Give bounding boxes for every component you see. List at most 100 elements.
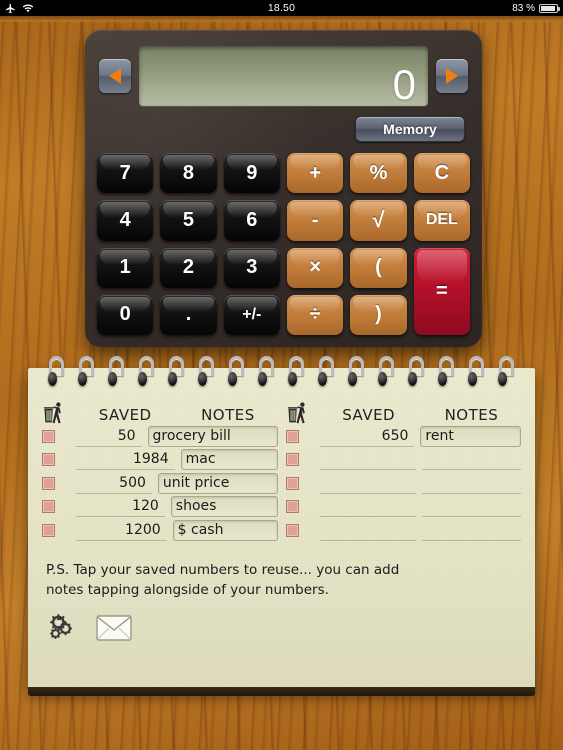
key-[interactable]: . bbox=[160, 294, 217, 335]
memory-button[interactable]: Memory bbox=[355, 116, 465, 142]
delete-checkbox[interactable] bbox=[42, 523, 76, 537]
saved-row: 650 rent bbox=[285, 425, 522, 448]
key-[interactable]: ( bbox=[350, 247, 407, 288]
key-label: ( bbox=[375, 256, 382, 279]
key-label: 2 bbox=[182, 256, 195, 279]
notepad-content: SAVED NOTES 50 grocery bill 1984 mac 500 unit p… bbox=[28, 398, 535, 690]
display-row: 0 bbox=[99, 45, 468, 107]
note-field[interactable] bbox=[422, 520, 521, 541]
saved-value[interactable] bbox=[319, 449, 417, 471]
key-label: 0 bbox=[119, 303, 131, 326]
key-label: × bbox=[309, 256, 321, 279]
delete-checkbox[interactable] bbox=[42, 429, 76, 443]
key-[interactable]: = bbox=[413, 247, 470, 335]
saved-value[interactable]: 1200 bbox=[76, 520, 167, 541]
battery-percent: 83 % bbox=[512, 2, 535, 14]
column-header: SAVED NOTES bbox=[42, 398, 278, 424]
key-[interactable]: × bbox=[286, 247, 344, 288]
note-field[interactable]: $ cash bbox=[172, 519, 278, 541]
display-value: 0 bbox=[392, 61, 416, 108]
delete-checkbox[interactable] bbox=[42, 476, 76, 490]
delete-checkbox[interactable] bbox=[285, 523, 320, 537]
tool-row bbox=[46, 613, 535, 642]
note-field[interactable]: shoes bbox=[170, 496, 278, 518]
key-label: 4 bbox=[119, 208, 131, 231]
key-label: . bbox=[185, 303, 192, 326]
key-[interactable]: + bbox=[286, 153, 344, 194]
saved-row bbox=[285, 496, 521, 519]
keypad: 7 8 9 +% C 4 5 6 - √ DEL 1 2 3 × ( = 0. +/- ÷) bbox=[97, 153, 470, 335]
delete-checkbox[interactable] bbox=[285, 453, 320, 467]
saved-value[interactable]: 120 bbox=[76, 496, 165, 518]
key-2[interactable]: 2 bbox=[160, 247, 217, 288]
envelope-icon[interactable] bbox=[96, 614, 132, 641]
note-field[interactable]: mac bbox=[180, 449, 278, 471]
key-[interactable]: ) bbox=[350, 294, 407, 335]
key-[interactable]: - bbox=[286, 200, 344, 241]
column-header: SAVED NOTES bbox=[286, 398, 522, 424]
delete-checkbox[interactable] bbox=[285, 476, 320, 490]
key-[interactable]: ÷ bbox=[286, 294, 344, 335]
key-[interactable]: +/- bbox=[223, 294, 280, 335]
note-field[interactable] bbox=[422, 496, 521, 518]
note-field[interactable] bbox=[422, 449, 521, 471]
saved-value[interactable] bbox=[319, 473, 417, 494]
saved-value[interactable]: 1984 bbox=[76, 449, 175, 471]
ps-note: P.S. Tap your saved numbers to reuse... … bbox=[46, 560, 517, 600]
trash-icon[interactable] bbox=[286, 402, 320, 424]
saved-column-2: SAVED NOTES 650 rent bbox=[285, 398, 522, 542]
key-4[interactable]: 4 bbox=[97, 200, 154, 241]
saved-row: 1984 mac bbox=[42, 449, 278, 472]
key-label: DEL bbox=[425, 211, 458, 229]
key-label: % bbox=[369, 161, 388, 184]
delete-checkbox[interactable] bbox=[42, 453, 76, 467]
note-field[interactable]: rent bbox=[420, 425, 522, 447]
wood-top-edge bbox=[0, 15, 563, 22]
saved-value[interactable]: 650 bbox=[319, 426, 415, 447]
gears-icon[interactable] bbox=[46, 613, 74, 642]
left-arrow-icon[interactable] bbox=[99, 59, 131, 93]
note-field[interactable]: grocery bill bbox=[147, 425, 278, 447]
right-arrow-icon[interactable] bbox=[436, 59, 468, 93]
key-1[interactable]: 1 bbox=[97, 247, 154, 288]
saved-value[interactable] bbox=[319, 520, 417, 541]
key-[interactable]: √ bbox=[350, 200, 407, 241]
delete-checkbox[interactable] bbox=[285, 429, 320, 443]
key-[interactable]: % bbox=[350, 153, 407, 194]
key-label: ) bbox=[375, 303, 382, 326]
key-label: C bbox=[434, 161, 450, 184]
saved-value[interactable]: 500 bbox=[76, 473, 152, 494]
delete-checkbox[interactable] bbox=[285, 500, 320, 514]
saved-row bbox=[285, 519, 521, 542]
key-5[interactable]: 5 bbox=[160, 200, 217, 241]
key-label: ÷ bbox=[309, 303, 321, 326]
key-DEL[interactable]: DEL bbox=[413, 200, 470, 241]
saved-value[interactable] bbox=[319, 496, 417, 518]
trash-icon[interactable] bbox=[42, 402, 76, 424]
note-field[interactable]: unit price bbox=[157, 472, 278, 494]
delete-checkbox[interactable] bbox=[42, 500, 76, 514]
status-bar-right: 83 % bbox=[512, 2, 560, 14]
key-8[interactable]: 8 bbox=[160, 153, 217, 194]
status-bar: 18.50 83 % bbox=[0, 0, 563, 16]
calculator-display[interactable]: 0 bbox=[139, 46, 428, 106]
key-label: √ bbox=[372, 207, 385, 233]
status-bar-time: 18.50 bbox=[267, 2, 296, 14]
column-header-saved: SAVED bbox=[98, 406, 152, 424]
key-label: 5 bbox=[182, 208, 195, 231]
notepad: SAVED NOTES 50 grocery bill 1984 mac 500 unit p… bbox=[28, 356, 535, 696]
key-3[interactable]: 3 bbox=[223, 247, 280, 288]
key-C[interactable]: C bbox=[413, 153, 470, 194]
saved-value[interactable]: 50 bbox=[76, 426, 142, 447]
key-7[interactable]: 7 bbox=[97, 153, 154, 194]
saved-row: 1200 $ cash bbox=[42, 519, 278, 542]
key-0[interactable]: 0 bbox=[97, 294, 154, 335]
ps-line-2: notes tapping alongside of your numbers. bbox=[46, 581, 329, 598]
key-label: 6 bbox=[246, 208, 258, 231]
saved-row bbox=[285, 472, 521, 495]
note-field[interactable] bbox=[422, 473, 521, 494]
key-9[interactable]: 9 bbox=[223, 153, 280, 194]
ps-line-1: P.S. Tap your saved numbers to reuse... … bbox=[46, 561, 400, 578]
key-6[interactable]: 6 bbox=[223, 200, 280, 241]
key-label: - bbox=[311, 208, 319, 231]
